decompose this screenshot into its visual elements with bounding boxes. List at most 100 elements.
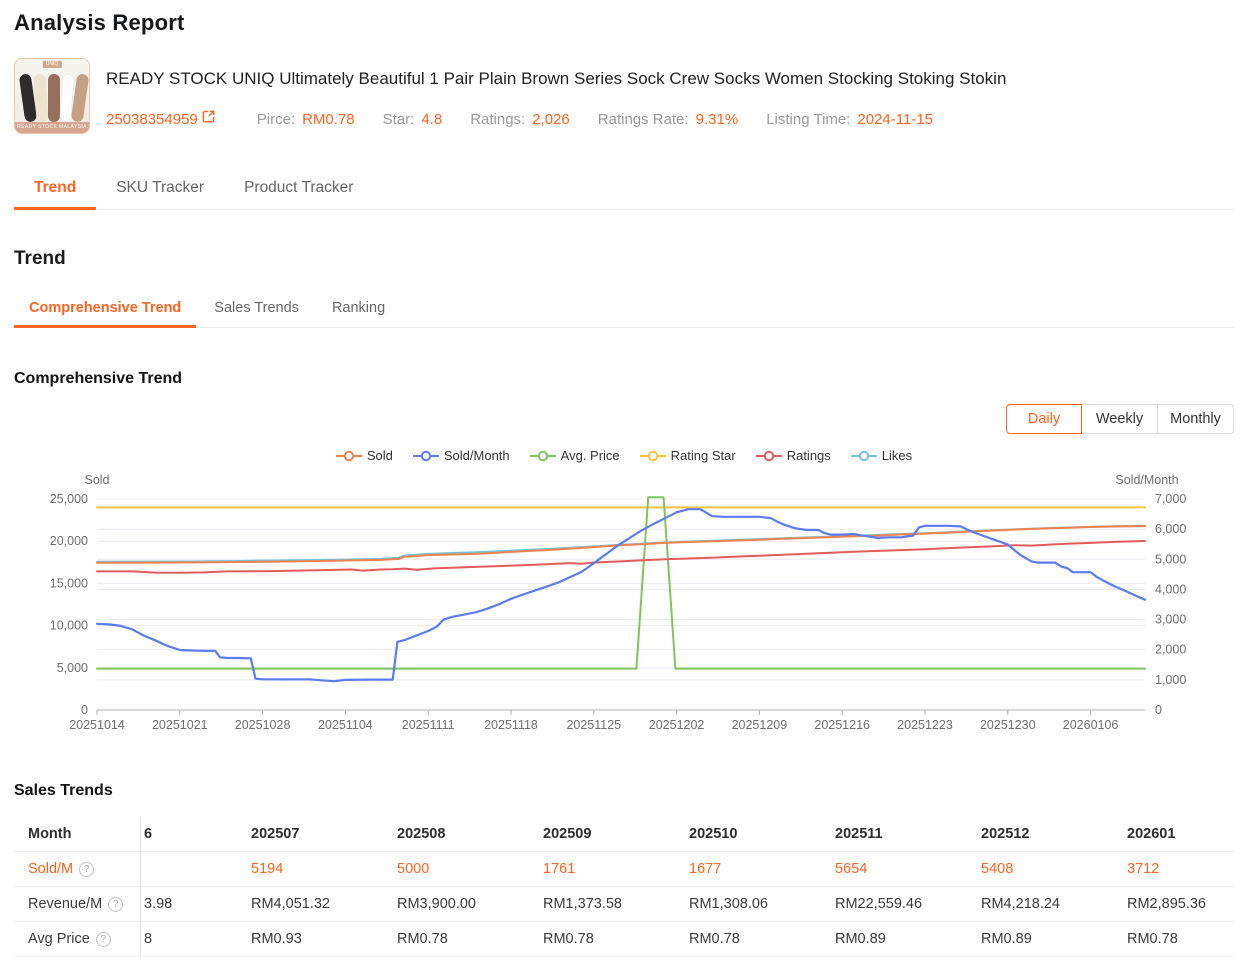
sales-trends-table: 6 202507 202508 202509 202510 202511 202512 202… — [14, 817, 1234, 957]
month-column-header: 202601 — [1127, 826, 1176, 842]
legend-item-sold[interactable]: Sold — [335, 448, 393, 463]
table-cell: RM0.78 — [1127, 931, 1178, 947]
right-tick-label: 4,000 — [1155, 582, 1186, 596]
chart-controls-row: Daily Weekly Monthly — [14, 404, 1234, 434]
table-cell: RM3,900.00 — [397, 896, 476, 912]
row-label-text: Revenue/M — [28, 896, 103, 912]
row-label-sold-m: Sold/M? — [14, 852, 141, 886]
right-tick-label: 1,000 — [1155, 673, 1186, 687]
table-row-cells: 8 RM0.93 RM0.78 RM0.78 RM0.78 RM0.89 RM0.89 RM0… — [144, 922, 1248, 956]
trend-chart[interactable]: 20251014 20251021 20251028 20251104 20251111… — [14, 469, 1234, 742]
table-cell: RM0.78 — [397, 931, 448, 947]
product-id: 25038354959 — [106, 111, 198, 128]
stat-value: 4.8 — [421, 111, 443, 128]
table-cell: 5408 — [981, 861, 1014, 877]
x-tick-label: 20251125 — [566, 718, 621, 732]
left-tick-label: 5,000 — [57, 661, 88, 675]
x-tick-label: 20251021 — [152, 718, 208, 732]
legend-item-rating-star[interactable]: Rating Star — [639, 448, 736, 463]
month-column-header: 202511 — [835, 826, 883, 842]
sock-graphic — [33, 73, 49, 123]
chart-legend: Sold Sold/Month Avg. Price Rating Star Ratin… — [14, 448, 1234, 463]
table-cell: 3.98 — [144, 896, 173, 912]
x-tick-label: 20251209 — [732, 718, 788, 732]
left-tick-label: 10,000 — [50, 619, 88, 633]
month-column-header: 202508 — [397, 826, 446, 842]
row-label-revenue-m: Revenue/M? — [14, 887, 141, 921]
analysis-report-page: Analysis Report UNIQ READY STOCK MALAYSI… — [0, 0, 1248, 957]
x-tick-label: 20251230 — [980, 718, 1036, 732]
sales-trends-heading: Sales Trends — [14, 782, 113, 799]
product-title: READY STOCK UNIQ Ultimately Beautiful 1 … — [106, 69, 1007, 88]
tab-trend[interactable]: Trend — [14, 168, 97, 210]
month-column-header: 202512 — [981, 826, 1030, 842]
stat-label: Pirce: — [256, 111, 296, 128]
daily-button[interactable]: Daily — [1006, 404, 1082, 434]
x-tick-label: 20260106 — [1063, 718, 1119, 732]
stat-value: RM0.78 — [302, 111, 355, 128]
legend-label: Sold — [366, 448, 393, 463]
table-cell: RM22,559.46 — [835, 896, 923, 912]
month-column-header: 6 — [144, 826, 153, 842]
table-cell: RM0.89 — [835, 931, 886, 947]
product-info: READY STOCK UNIQ Ultimately Beautiful 1 … — [106, 58, 1006, 134]
help-icon[interactable]: ? — [95, 931, 111, 947]
weekly-button[interactable]: Weekly — [1082, 404, 1158, 434]
table-row-cells: 5194 5000 1761 1677 5654 5408 3712 — [144, 852, 1248, 886]
table-row: 6 202507 202508 202509 202510 202511 202512 202… — [14, 817, 1234, 852]
subtab-comprehensive-trend[interactable]: Comprehensive Trend — [14, 292, 197, 328]
legend-item-avg-price[interactable]: Avg. Price — [529, 448, 620, 463]
row-label-text: Sold/M — [28, 861, 74, 877]
right-tick-label: 2,000 — [1155, 643, 1186, 657]
table-row: 3.98 RM4,051.32 RM3,900.00 RM1,373.58 RM1,30… — [14, 887, 1234, 922]
legend-item-sold-month[interactable]: Sold/Month — [412, 448, 510, 463]
right-tick-label: 6,000 — [1155, 522, 1186, 536]
sock-graphic — [48, 74, 60, 122]
tab-sku-tracker[interactable]: SKU Tracker — [96, 168, 224, 210]
legend-label: Likes — [881, 448, 913, 463]
x-tick-label: 20251104 — [318, 718, 373, 732]
right-tick-label: 0 — [1155, 703, 1162, 717]
right-tick-label: 5,000 — [1155, 552, 1186, 566]
table-cell: RM4,218.24 — [981, 896, 1060, 912]
legend-item-ratings[interactable]: Ratings — [755, 448, 831, 463]
month-column-header: 202507 — [251, 826, 300, 842]
month-column-header: 202509 — [543, 826, 592, 842]
tab-product-tracker[interactable]: Product Tracker — [224, 168, 373, 210]
table-row-cells: 6 202507 202508 202509 202510 202511 202512 202… — [144, 817, 1248, 851]
monthly-button[interactable]: Monthly — [1158, 404, 1234, 434]
table-cell: 8 — [144, 931, 153, 947]
product-card: UNIQ READY STOCK MALAYSIA READY STOCK UN… — [14, 58, 1234, 134]
right-tick-label: 7,000 — [1155, 492, 1186, 506]
legend-item-likes[interactable]: Likes — [850, 448, 913, 463]
table-row-cells: 3.98 RM4,051.32 RM3,900.00 RM1,373.58 RM1,30… — [144, 887, 1248, 921]
table-cell: RM0.93 — [251, 931, 302, 947]
legend-marker-icon — [755, 450, 782, 461]
subtab-sales-trends[interactable]: Sales Trends — [199, 292, 314, 328]
page-title: Analysis Report — [14, 10, 185, 35]
stat-label: Ratings Rate: — [597, 111, 689, 128]
stat-value: 2,026 — [532, 111, 570, 128]
help-icon[interactable]: ? — [79, 861, 95, 877]
product-stat: Ratings Rate: 9.31% — [598, 111, 738, 128]
product-id-link[interactable]: 25038354959 — [106, 110, 215, 128]
table-cell: 1761 — [543, 861, 576, 877]
legend-marker-icon — [639, 450, 666, 461]
product-stat: Listing Time: 2024-11-15 — [766, 111, 933, 128]
stat-label: Listing Time: — [766, 111, 851, 128]
series-line-sold-month — [95, 508, 1147, 683]
left-axis-name: Sold — [84, 473, 109, 487]
help-icon[interactable]: ? — [108, 896, 124, 912]
row-label-avg-price: Avg Price? — [14, 922, 141, 956]
product-image-banner: READY STOCK MALAYSIA — [15, 122, 89, 133]
month-column-header: 202510 — [689, 826, 738, 842]
subtab-ranking[interactable]: Ranking — [317, 292, 400, 328]
stat-label: Star: — [382, 111, 415, 128]
legend-marker-icon — [335, 450, 362, 461]
table-cell: RM2,895.36 — [1127, 896, 1206, 912]
table-cell: RM4,051.32 — [251, 896, 330, 912]
legend-marker-icon — [529, 450, 556, 461]
stat-label: Ratings: — [470, 111, 526, 128]
table-row: 5194 5000 1761 1677 5654 5408 3712 Sold/M? — [14, 852, 1234, 887]
product-stat: Pirce: RM0.78 — [257, 111, 355, 128]
